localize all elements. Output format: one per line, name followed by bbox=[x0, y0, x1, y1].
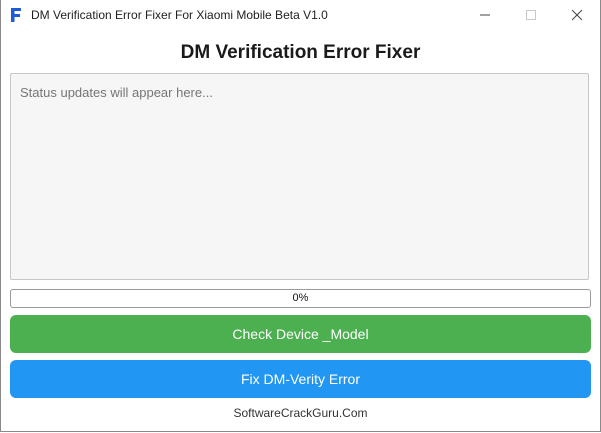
page-title: DM Verification Error Fixer bbox=[180, 42, 421, 63]
minimize-button[interactable] bbox=[462, 0, 508, 30]
maximize-icon bbox=[526, 10, 536, 20]
app-f-icon bbox=[9, 7, 23, 23]
maximize-button[interactable] bbox=[508, 0, 554, 30]
title-bar[interactable]: DM Verification Error Fixer For Xiaomi M… bbox=[1, 0, 600, 30]
check-device-model-button[interactable]: Check Device _Model bbox=[10, 315, 591, 353]
fix-dm-verity-button[interactable]: Fix DM-Verity Error bbox=[10, 360, 591, 398]
close-icon bbox=[571, 9, 583, 21]
window-title: DM Verification Error Fixer For Xiaomi M… bbox=[31, 8, 328, 22]
app-window: DM Verification Error Fixer For Xiaomi M… bbox=[0, 0, 601, 432]
minimize-icon bbox=[480, 14, 490, 16]
close-button[interactable] bbox=[554, 0, 600, 30]
progress-bar: 0% bbox=[10, 289, 591, 308]
progress-label: 0% bbox=[292, 292, 309, 304]
status-log-textarea[interactable] bbox=[10, 73, 589, 280]
footer-credit: SoftwareCrackGuru.Com bbox=[233, 406, 368, 420]
